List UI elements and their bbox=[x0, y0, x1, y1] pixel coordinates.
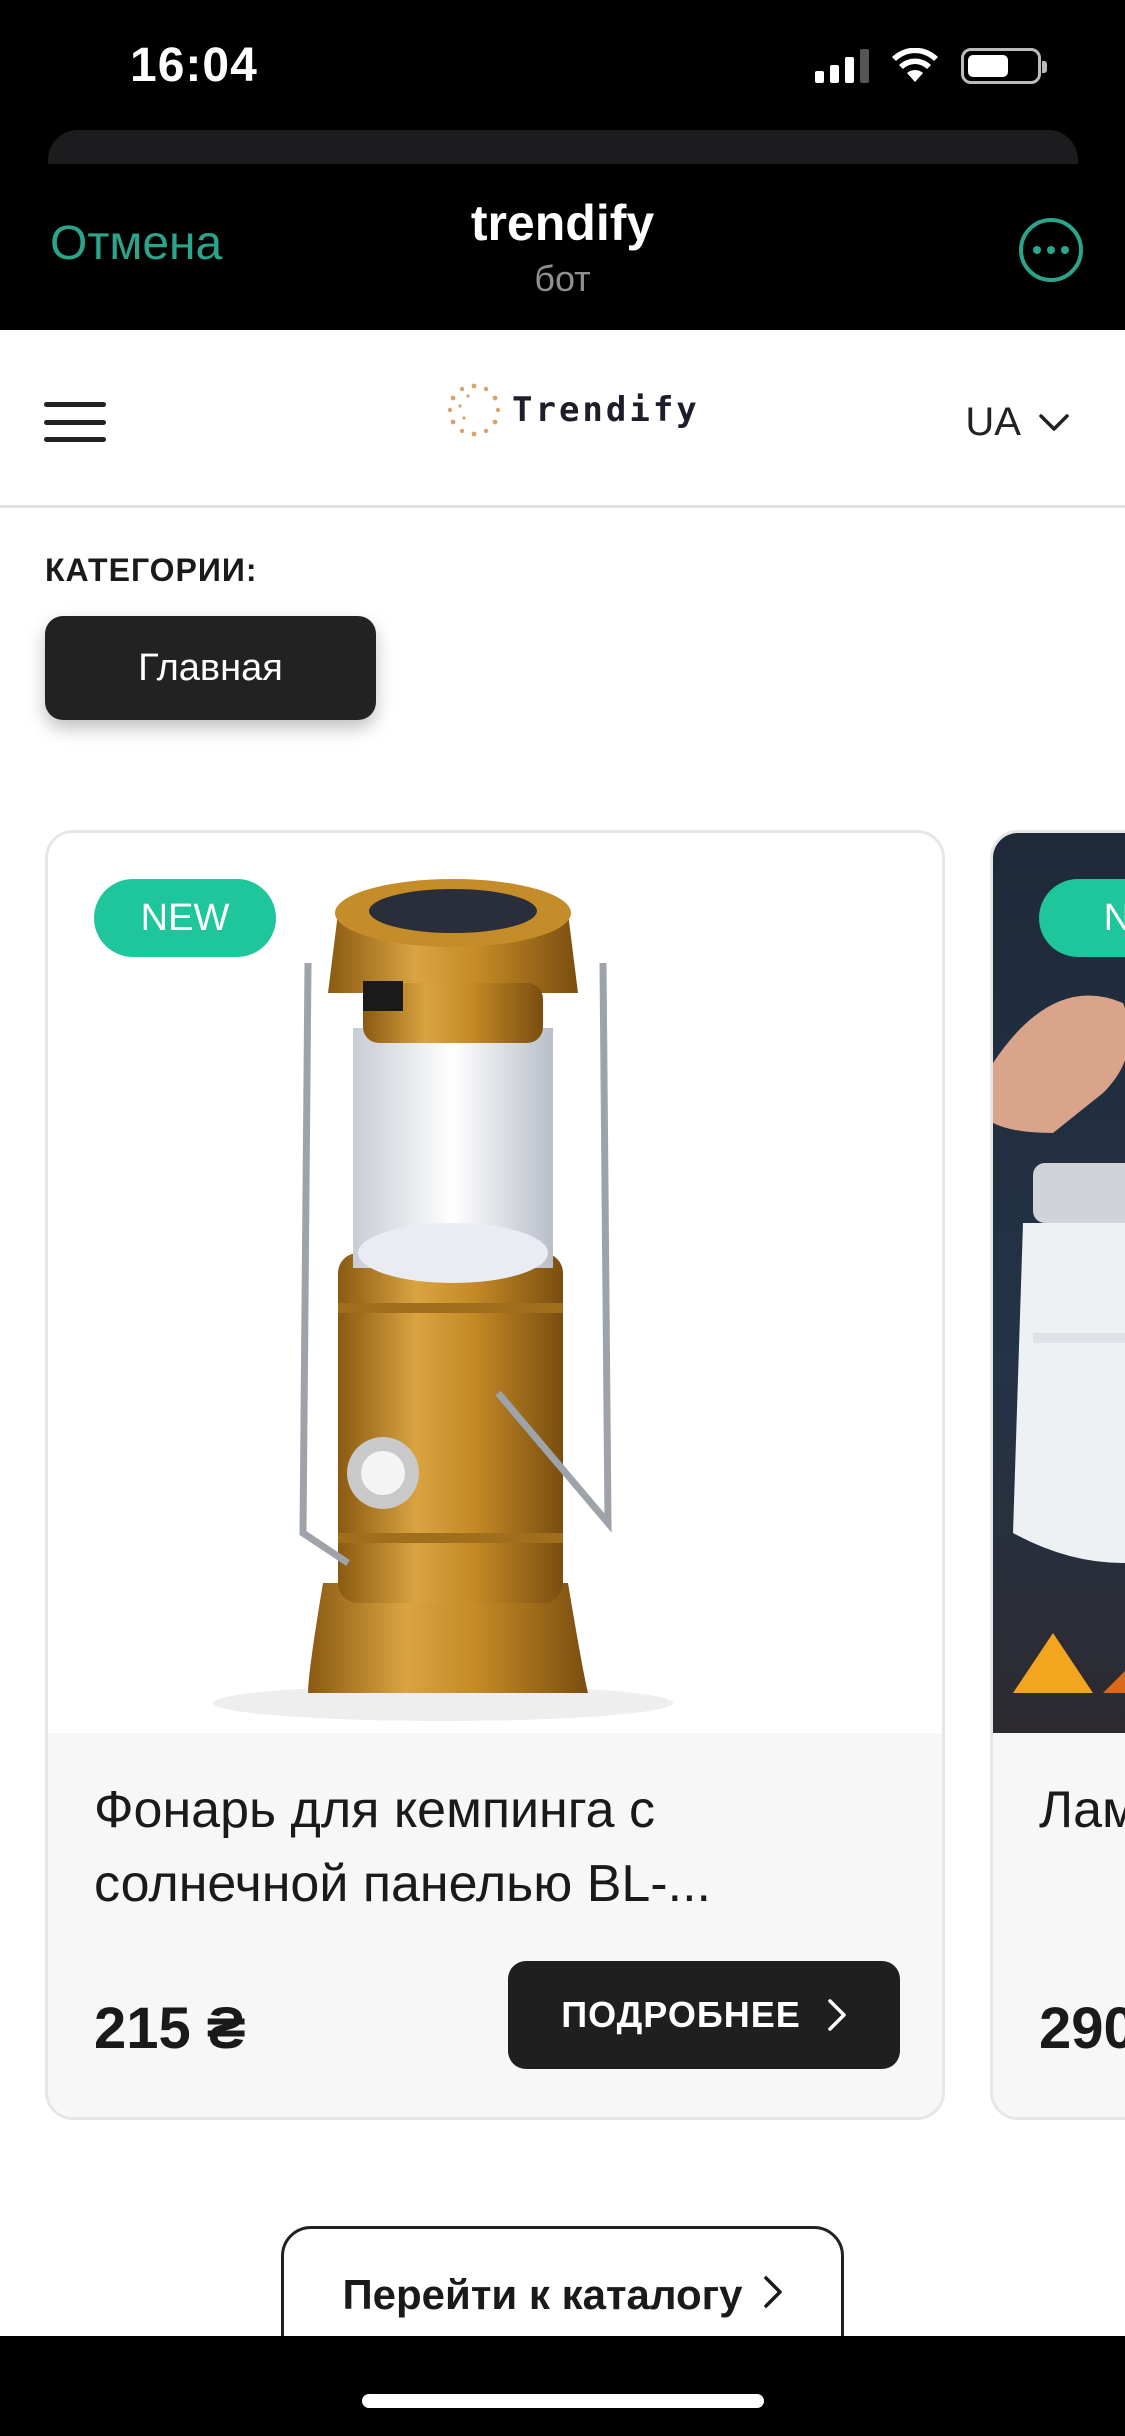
category-pill-main[interactable]: Главная bbox=[45, 616, 376, 720]
product-title[interactable]: Лам Balc bbox=[1039, 1773, 1125, 1847]
product-info: Лам Balc 290 bbox=[993, 1733, 1125, 2117]
cellular-signal-icon bbox=[815, 49, 869, 83]
chevron-right-icon bbox=[763, 2276, 782, 2308]
product-info: Фонарь для кемпинга с солнечной панелью … bbox=[48, 1733, 942, 2117]
logo-dots-icon bbox=[447, 383, 501, 437]
sheet-edge bbox=[48, 130, 1078, 164]
catalog-button-label: Перейти к каталогу bbox=[342, 2271, 743, 2318]
battery-icon bbox=[961, 48, 1047, 84]
bot-title: trendify bbox=[470, 195, 655, 251]
new-badge: NE bbox=[1039, 879, 1125, 957]
status-bar: 16:04 bbox=[0, 0, 1125, 135]
details-button[interactable]: ПОДРОБНЕЕ bbox=[508, 1961, 900, 2069]
home-bar-area bbox=[0, 2336, 1125, 2436]
product-card[interactable]: NEW Фонарь для кемпинга с солнечной пане… bbox=[45, 830, 945, 2120]
bot-subtitle: бот bbox=[534, 258, 591, 299]
site-header: Trendify UA bbox=[0, 330, 1125, 508]
dot-icon bbox=[1033, 246, 1041, 254]
more-options-button[interactable] bbox=[1019, 218, 1083, 282]
menu-icon[interactable] bbox=[44, 402, 106, 442]
webapp-header: Отмена trendify бот bbox=[0, 164, 1125, 330]
lantern-image bbox=[213, 879, 673, 1721]
product-price: 290 bbox=[1039, 1996, 1125, 2061]
product-card[interactable]: NE Лам Balc 290 bbox=[990, 830, 1125, 2120]
product-title[interactable]: Фонарь для кемпинга с солнечной панелью … bbox=[94, 1773, 874, 1921]
wifi-icon bbox=[892, 48, 938, 82]
web-content: Trendify UA КАТЕГОРИИ: Главная NEW Фонар… bbox=[0, 330, 1125, 2336]
new-badge: NEW bbox=[94, 879, 276, 957]
home-indicator[interactable] bbox=[362, 2394, 764, 2408]
status-icons bbox=[815, 48, 1047, 84]
status-time: 16:04 bbox=[130, 39, 258, 92]
product-price: 215 ₴ bbox=[94, 1996, 246, 2061]
product-image: NE bbox=[993, 833, 1125, 1733]
product-image: NEW bbox=[48, 833, 942, 1733]
language-selector[interactable]: UA bbox=[965, 400, 1069, 445]
language-label: UA bbox=[965, 400, 1021, 444]
site-logo[interactable]: Trendify bbox=[444, 380, 700, 440]
dot-icon bbox=[1061, 246, 1069, 254]
categories-label: КАТЕГОРИИ: bbox=[45, 552, 258, 588]
chevron-down-icon bbox=[1039, 413, 1069, 431]
logo-text: Trendify bbox=[512, 390, 700, 430]
go-to-catalog-button[interactable]: Перейти к каталогу bbox=[281, 2226, 844, 2336]
lamp-image bbox=[993, 995, 1125, 1693]
details-button-label: ПОДРОБНЕЕ bbox=[561, 1994, 801, 2035]
chevron-right-icon bbox=[827, 1999, 846, 2031]
dot-icon bbox=[1047, 246, 1055, 254]
